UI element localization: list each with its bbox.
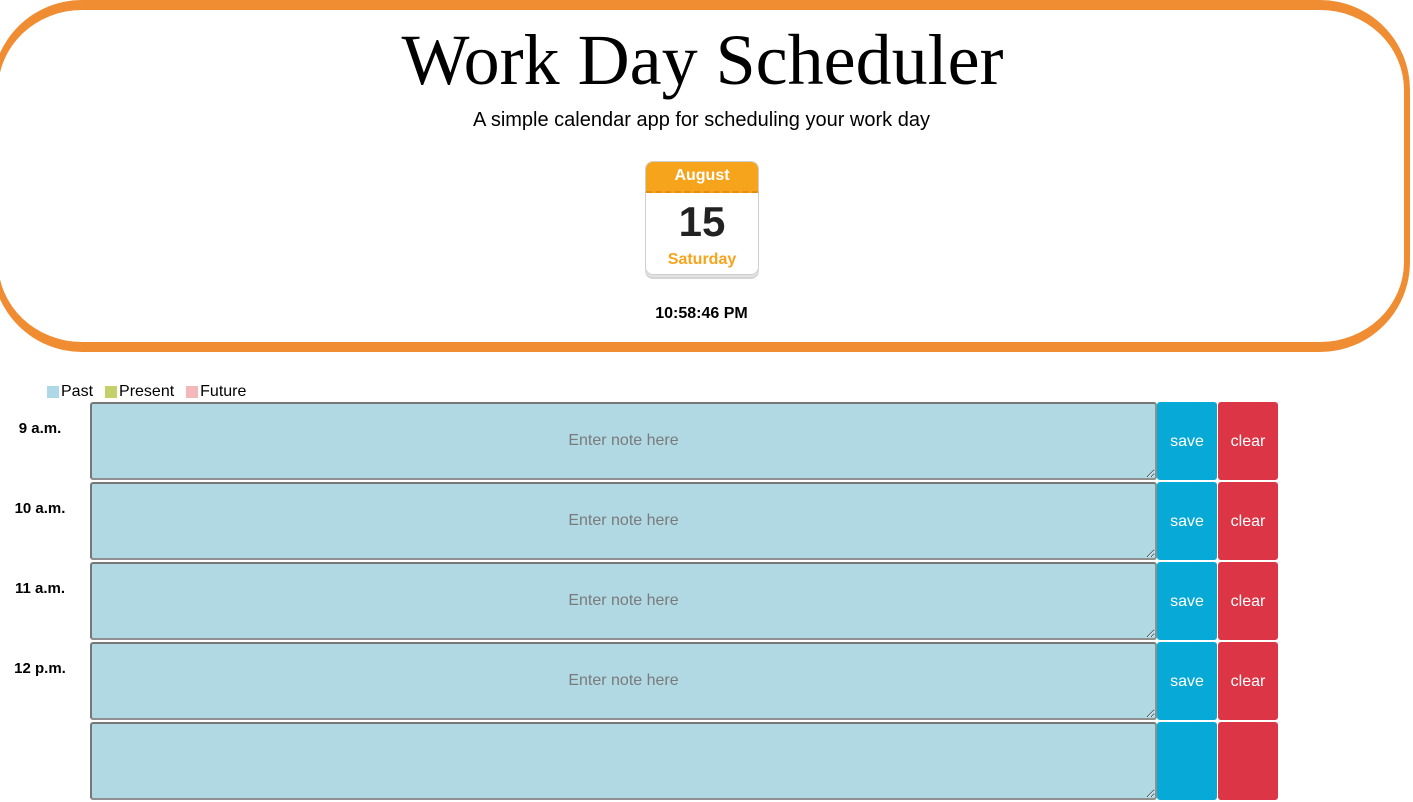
legend-swatch-future [186,386,199,398]
note-input[interactable] [90,642,1157,720]
time-block-row [0,722,1413,802]
calendar-month: August [646,162,758,193]
time-block-row: 10 a.m. save clear [0,482,1413,562]
time-block-row: 12 p.m. save clear [0,642,1413,722]
time-block-row: 11 a.m. save clear [0,562,1413,642]
page-subtitle: A simple calendar app for scheduling you… [473,109,930,131]
calendar-date-icon: August 15 Saturday [645,161,759,275]
legend-label-past: Past [61,383,94,400]
time-block-row: 9 a.m. save clear [0,402,1413,482]
clear-button[interactable]: clear [1218,642,1278,720]
color-legend: Past Present Future [47,383,258,401]
calendar-day: 15 [678,198,726,245]
clear-button[interactable]: clear [1218,482,1278,560]
legend-item-future: Future [186,383,246,401]
legend-item-past: Past [47,383,93,401]
legend-swatch-past [47,386,59,398]
legend-item-present: Present [105,383,174,401]
hour-label: 10 a.m. [14,500,66,517]
current-time: 10:58:46 PM [655,305,748,322]
calendar-weekday: Saturday [667,251,737,268]
clear-button[interactable]: clear [1218,402,1278,480]
legend-label-present: Present [119,383,175,400]
save-button[interactable]: save [1157,402,1217,480]
schedule-list: 9 a.m. save clear 10 a.m. save clear 11 … [0,402,1413,802]
hour-label: 11 a.m. [14,580,66,597]
clear-button[interactable]: clear [1218,562,1278,640]
note-input[interactable] [90,722,1157,800]
save-button[interactable] [1157,722,1217,800]
save-button[interactable]: save [1157,642,1217,720]
note-input[interactable] [90,562,1157,640]
page-title: Work Day Scheduler [401,20,1004,100]
clear-button[interactable] [1218,722,1278,800]
save-button[interactable]: save [1157,482,1217,560]
legend-swatch-present [105,386,118,398]
hour-label: 12 p.m. [14,660,66,677]
save-button[interactable]: save [1157,562,1217,640]
legend-label-future: Future [200,383,247,400]
hour-label: 9 a.m. [18,420,62,437]
note-input[interactable] [90,482,1157,560]
note-input[interactable] [90,402,1157,480]
